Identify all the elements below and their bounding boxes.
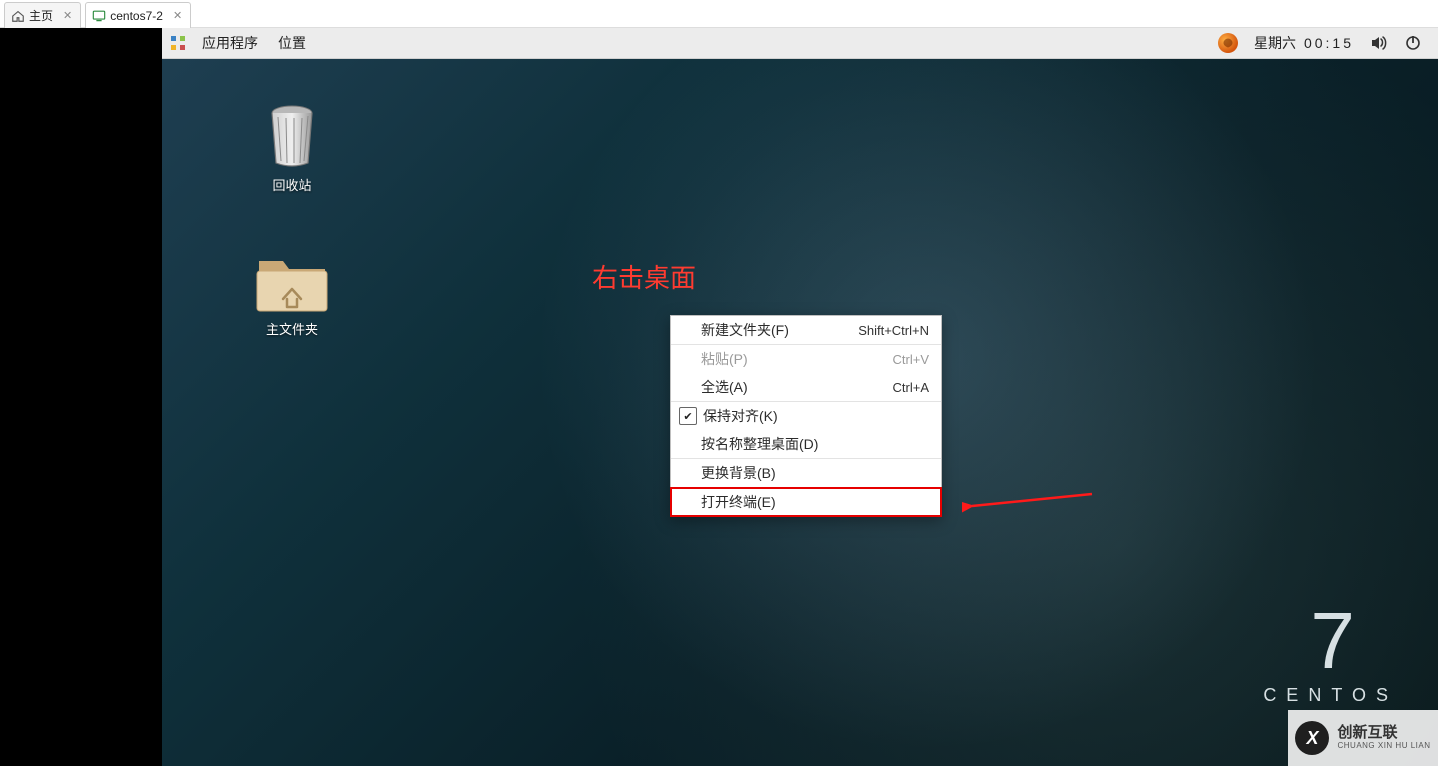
ctx-keep-aligned[interactable]: ✔ 保持对齐(K) — [671, 402, 941, 430]
user-menu[interactable] — [1210, 28, 1246, 58]
monitor-icon — [92, 9, 106, 23]
close-icon[interactable]: ✕ — [173, 9, 182, 22]
ctx-keep-aligned-label: 保持对齐(K) — [703, 406, 929, 426]
ctx-new-folder[interactable]: 新建文件夹(F) Shift+Ctrl+N — [671, 316, 941, 344]
trash-icon — [264, 103, 320, 169]
centos-version: 7 — [1263, 601, 1398, 681]
centos-word: CENTOS — [1263, 685, 1398, 706]
ctx-new-folder-shortcut: Shift+Ctrl+N — [858, 323, 929, 338]
volume-icon — [1370, 34, 1388, 52]
watermark-en: CHUANG XIN HU LIAN — [1337, 742, 1430, 751]
home-folder-label: 主文件夹 — [247, 319, 337, 338]
ctx-open-terminal[interactable]: 打开终端(E) — [671, 488, 941, 516]
host-tab-home[interactable]: 主页 ✕ — [4, 2, 81, 28]
user-avatar-icon — [1218, 33, 1238, 53]
ctx-paste-shortcut: Ctrl+V — [893, 352, 929, 367]
host-tab-home-label: 主页 — [29, 7, 53, 24]
close-icon[interactable]: ✕ — [63, 9, 72, 22]
ctx-select-all[interactable]: 全选(A) Ctrl+A — [671, 373, 941, 401]
activities-icon — [170, 35, 186, 51]
home-icon — [11, 9, 25, 23]
power-menu[interactable] — [1396, 28, 1430, 58]
annotation-text: 右击桌面 — [592, 258, 696, 295]
checkbox-checked-icon: ✔ — [679, 407, 697, 425]
watermark-text: 创新互联 CHUANG XIN HU LIAN — [1337, 725, 1430, 750]
watermark: X 创新互联 CHUANG XIN HU LIAN — [1288, 710, 1438, 766]
ctx-select-all-shortcut: Ctrl+A — [893, 380, 929, 395]
centos-branding: 7 CENTOS — [1263, 601, 1398, 706]
ctx-select-all-label: 全选(A) — [701, 377, 893, 397]
trash-label: 回收站 — [247, 175, 337, 194]
home-folder-desktop-icon[interactable]: 主文件夹 — [247, 253, 337, 338]
places-menu[interactable]: 位置 — [268, 28, 316, 58]
clock-day: 星期六 — [1254, 33, 1296, 53]
ctx-open-terminal-label: 打开终端(E) — [701, 492, 929, 512]
ctx-new-folder-label: 新建文件夹(F) — [701, 320, 858, 340]
trash-desktop-icon[interactable]: 回收站 — [247, 103, 337, 194]
gnome-top-panel: 应用程序 位置 星期六 00:15 — [162, 28, 1438, 59]
folder-icon — [253, 253, 331, 313]
ctx-arrange-by-name[interactable]: 按名称整理桌面(D) — [671, 430, 941, 458]
ctx-paste: 粘贴(P) Ctrl+V — [671, 345, 941, 373]
ctx-arrange-label: 按名称整理桌面(D) — [701, 434, 929, 454]
applications-label: 应用程序 — [202, 33, 258, 53]
clock-time: 00:15 — [1304, 35, 1354, 51]
host-black-strip — [0, 28, 162, 766]
watermark-cn: 创新互联 — [1337, 725, 1430, 742]
places-label: 位置 — [278, 33, 306, 53]
watermark-logo-icon: X — [1295, 721, 1329, 755]
desktop-context-menu: 新建文件夹(F) Shift+Ctrl+N 粘贴(P) Ctrl+V 全选(A)… — [670, 315, 942, 517]
host-tab-vm-label: centos7-2 — [110, 9, 163, 23]
ctx-change-bg-label: 更换背景(B) — [701, 463, 929, 483]
ctx-change-background[interactable]: 更换背景(B) — [671, 459, 941, 487]
guest-desktop[interactable]: 应用程序 位置 星期六 00:15 — [162, 28, 1438, 766]
ctx-paste-label: 粘贴(P) — [701, 349, 893, 369]
volume-menu[interactable] — [1362, 28, 1396, 58]
applications-menu[interactable]: 应用程序 — [192, 28, 268, 58]
power-icon — [1404, 34, 1422, 52]
host-tab-bar: 主页 ✕ centos7-2 ✕ — [0, 0, 1438, 28]
host-tab-vm[interactable]: centos7-2 ✕ — [85, 2, 191, 28]
annotation-arrow-icon — [962, 486, 1102, 516]
clock[interactable]: 星期六 00:15 — [1246, 28, 1362, 58]
